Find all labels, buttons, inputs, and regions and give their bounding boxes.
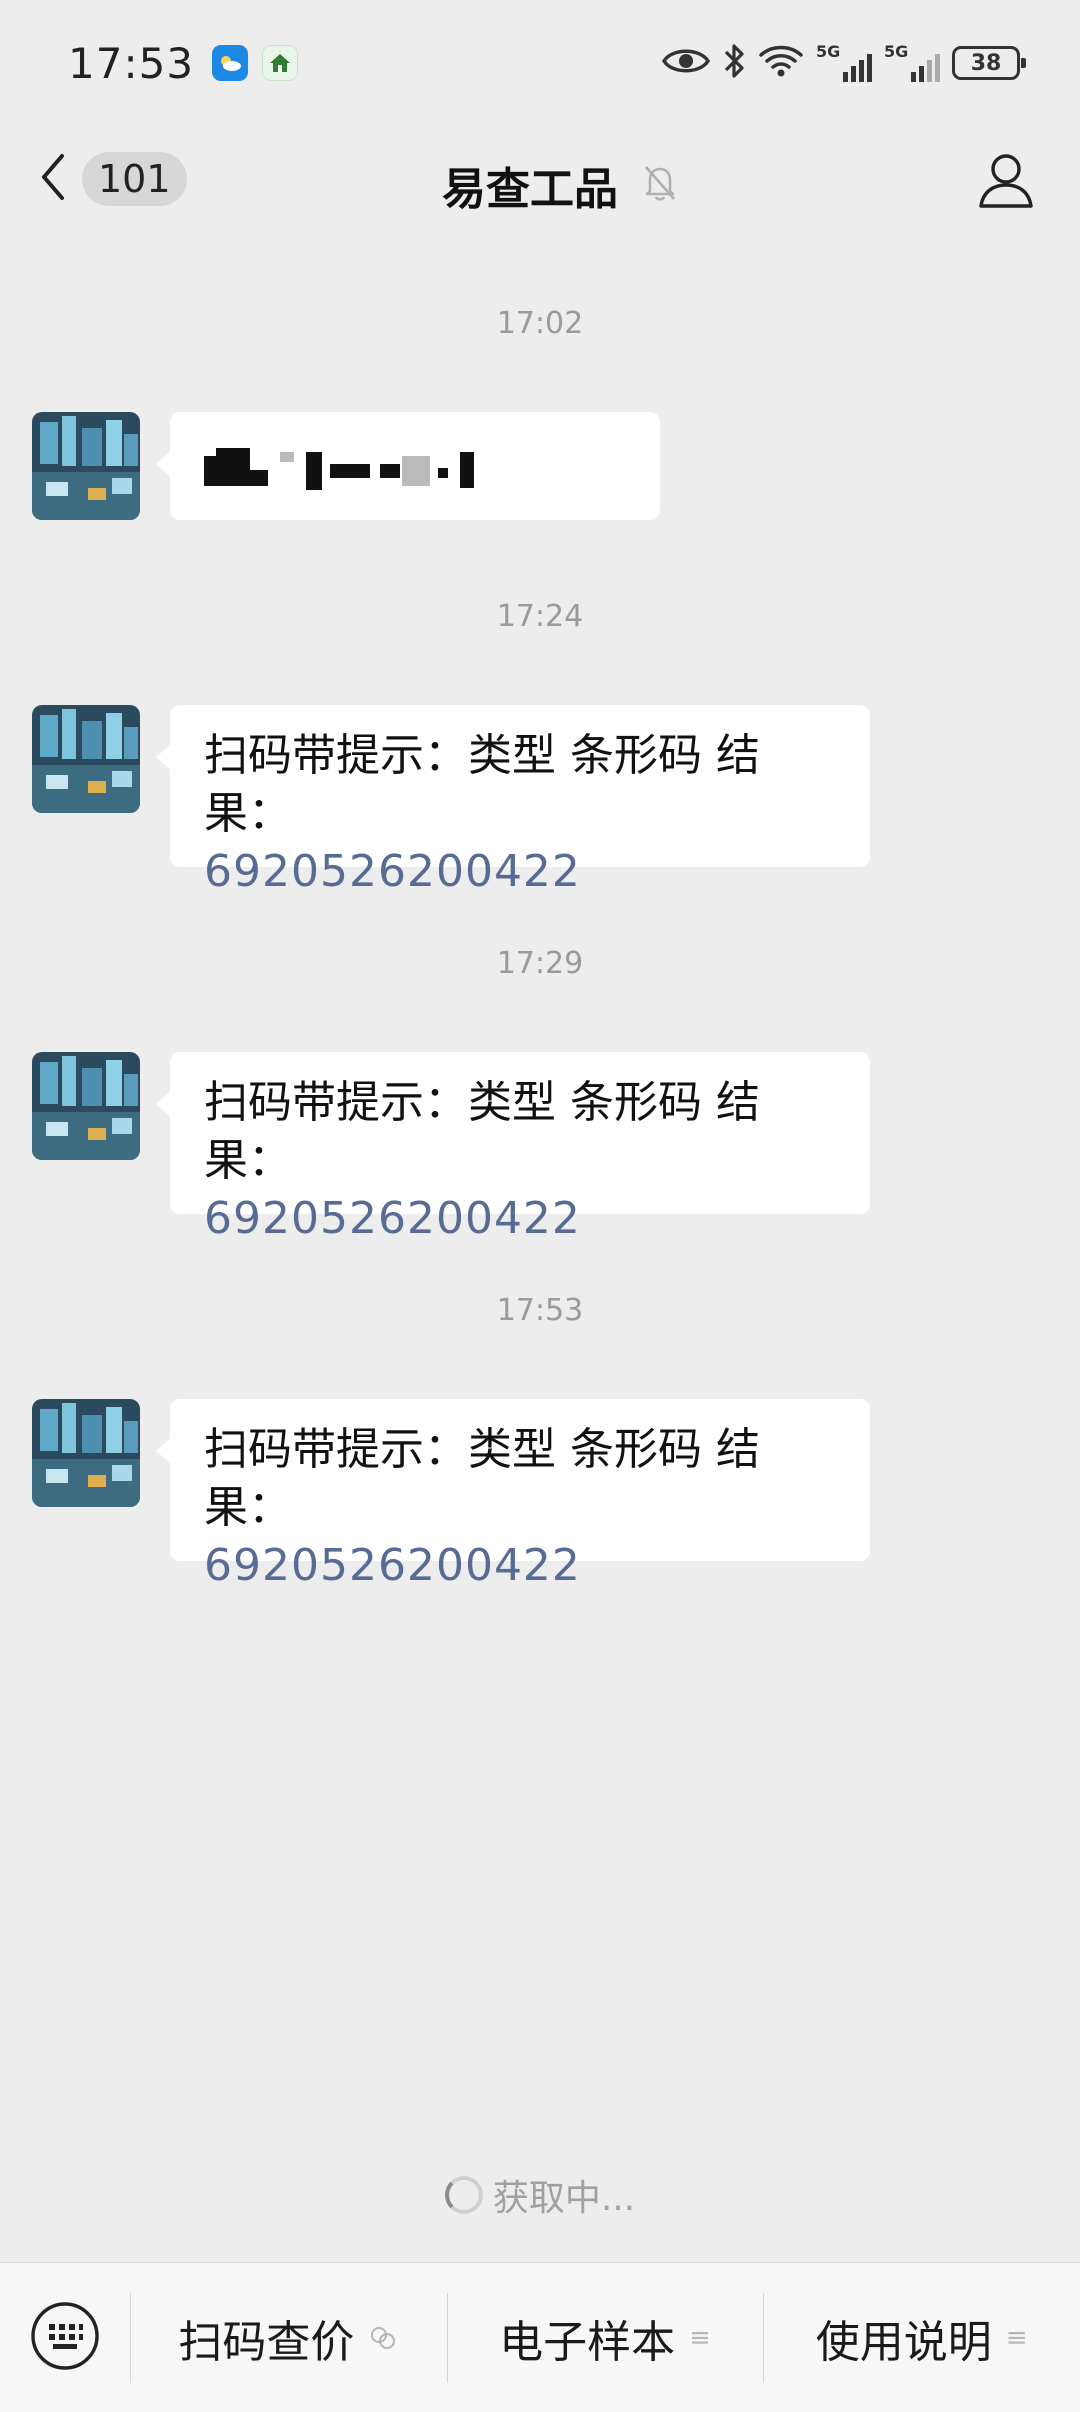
redaction-block [250, 470, 268, 486]
avatar[interactable] [32, 1052, 140, 1160]
message-timestamp: 17:29 [496, 946, 584, 981]
barcode-number-link[interactable]: 6920526200422 [204, 1190, 836, 1248]
menu-lines-icon: ≡ [689, 2322, 711, 2353]
message-text: 扫码带提示：类型 条形码 结果： [204, 1077, 760, 1186]
wifi-icon [758, 43, 804, 83]
redaction-block [280, 452, 294, 462]
chat-header: 易查工品 101 [0, 126, 1080, 244]
message-timestamp: 17:02 [496, 306, 584, 341]
mute-bell-icon [642, 163, 678, 207]
redaction-block [438, 468, 448, 478]
menu-label: 扫码查价 [178, 2316, 355, 2368]
barcode-number-link[interactable]: 6920526200422 [204, 1537, 836, 1595]
menu-instructions[interactable]: 使用说明 ≡ [763, 2263, 1080, 2412]
avatar[interactable] [32, 412, 140, 520]
spinner-icon [444, 2176, 483, 2214]
barcode-number-link[interactable]: 6920526200422 [204, 843, 836, 901]
unread-count-badge: 101 [82, 152, 187, 206]
chat-screen: 17:53 5G 5G 38 易查工品 101 17:02 17:24 扫码带提… [0, 0, 1080, 2412]
message-list[interactable]: 17:02 17:24 扫码带提示：类型 条形码 结果： 69205262004… [0, 244, 1080, 2262]
signal-1-icon: 5G [816, 42, 872, 82]
redaction-block [380, 464, 400, 478]
chat-title: 易查工品 [442, 164, 618, 215]
keyboard-toggle-button[interactable] [0, 2263, 130, 2412]
redaction-block [460, 452, 474, 488]
menu-label: 使用说明 [815, 2316, 992, 2368]
status-right-icons: 5G 5G 38 [661, 42, 1026, 84]
eye-icon [661, 45, 711, 81]
menu-lines-icon: ≡ [1005, 2322, 1028, 2353]
weather-app-icon [212, 45, 249, 81]
menu-e-catalog[interactable]: 电子样本 ≡ [446, 2263, 764, 2412]
message-text: 扫码带提示：类型 条形码 结果： [204, 730, 760, 839]
redaction-block [204, 456, 216, 486]
message-bubble[interactable]: 扫码带提示：类型 条形码 结果： 6920526200422 [156, 705, 870, 897]
back-button[interactable]: 101 [38, 152, 187, 206]
message-bubble[interactable]: 扫码带提示：类型 条形码 结果： 6920526200422 [156, 1052, 870, 1244]
link-icon [368, 2324, 398, 2352]
bottom-menu-bar: 扫码查价 电子样本 ≡ 使用说明 ≡ [0, 2262, 1080, 2412]
bluetooth-icon [722, 42, 746, 84]
menu-scan-price[interactable]: 扫码查价 [130, 2263, 447, 2412]
redaction-block [306, 452, 322, 490]
profile-button[interactable] [976, 150, 1036, 216]
redaction-block [402, 456, 430, 486]
keyboard-icon [29, 2300, 101, 2376]
battery-icon: 38 [952, 46, 1026, 80]
signal-2-icon: 5G [884, 42, 940, 82]
message-text: 扫码带提示：类型 条形码 结果： [204, 1424, 760, 1533]
message-timestamp: 17:24 [496, 599, 584, 634]
message-bubble[interactable]: 扫码带提示：类型 条形码 结果： 6920526200422 [156, 1399, 870, 1591]
status-bar: 17:53 5G 5G 38 [0, 0, 1080, 126]
avatar[interactable] [32, 705, 140, 813]
loading-text: 获取中... [492, 2178, 636, 2219]
message-timestamp: 17:53 [496, 1293, 584, 1328]
avatar[interactable] [32, 1399, 140, 1507]
person-icon [976, 154, 1036, 216]
chevron-left-icon [38, 152, 68, 206]
loading-indicator: 获取中... [0, 2172, 1080, 2219]
status-time: 17:53 [68, 38, 195, 88]
redaction-block [330, 464, 370, 478]
message-bubble-redacted[interactable] [156, 412, 660, 520]
redaction-block [216, 448, 250, 486]
home-app-icon [262, 45, 299, 81]
menu-label: 电子样本 [499, 2316, 676, 2368]
